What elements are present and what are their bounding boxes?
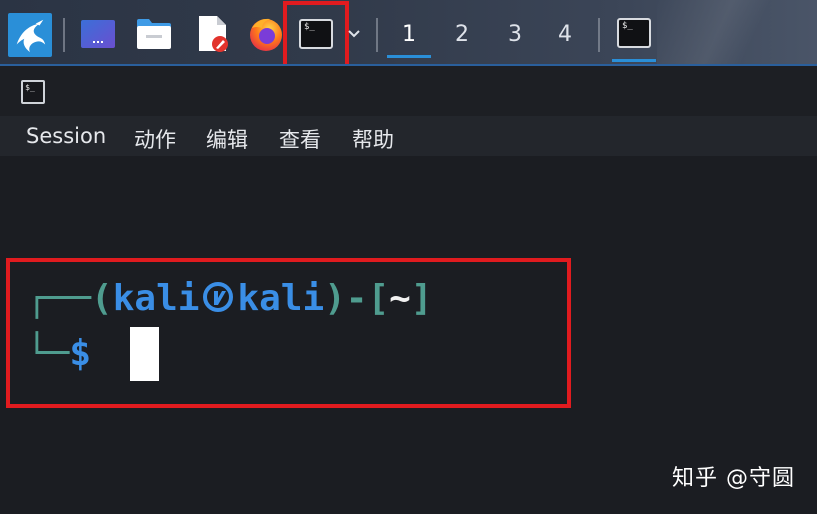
menu-view[interactable]: 查看 bbox=[279, 124, 321, 154]
menu-bar: Session 动作 编辑 查看 帮助 bbox=[0, 116, 817, 156]
workspace-2[interactable]: 2 bbox=[440, 20, 484, 58]
taskbar-separator bbox=[376, 18, 378, 52]
workspace-3[interactable]: 3 bbox=[493, 20, 537, 58]
workspace-4[interactable]: 4 bbox=[543, 20, 587, 58]
taskbar-separator bbox=[598, 18, 600, 52]
taskbar-background-streak bbox=[657, 0, 817, 64]
kali-dragon-icon bbox=[16, 19, 46, 53]
workspace-1[interactable]: 1 bbox=[387, 20, 431, 58]
launcher-dropdown-button[interactable] bbox=[344, 14, 364, 54]
taskbar: $_ 1 2 3 4 $_ bbox=[0, 0, 817, 73]
menu-actions[interactable]: 动作 bbox=[134, 124, 176, 154]
task-terminal-icon-text: $_ bbox=[622, 21, 633, 31]
terminal-launcher-highlight bbox=[283, 1, 349, 73]
window-icon[interactable]: $_ bbox=[21, 80, 45, 104]
file-manager-icon bbox=[137, 19, 171, 49]
taskbar-separator bbox=[63, 18, 65, 52]
show-desktop-button[interactable] bbox=[78, 14, 118, 54]
text-editor-button[interactable] bbox=[193, 14, 233, 54]
window-top-border bbox=[0, 64, 817, 66]
menu-edit[interactable]: 编辑 bbox=[206, 124, 248, 154]
application-menu-button[interactable] bbox=[8, 13, 52, 57]
terminal-icon: $_ bbox=[617, 18, 651, 48]
menu-help[interactable]: 帮助 bbox=[352, 124, 394, 154]
firefox-button[interactable] bbox=[246, 14, 286, 54]
file-manager-button[interactable] bbox=[134, 14, 174, 54]
prompt-highlight bbox=[6, 258, 571, 408]
watermark: 知乎 @守圆 bbox=[672, 466, 795, 491]
firefox-icon bbox=[250, 18, 282, 51]
task-terminal-window[interactable]: $_ bbox=[612, 14, 656, 62]
window-icon-text: $_ bbox=[25, 83, 35, 92]
text-editor-icon bbox=[199, 16, 228, 52]
chevron-down-icon bbox=[348, 30, 360, 38]
desktop-icon bbox=[81, 20, 115, 48]
menu-session[interactable]: Session bbox=[26, 124, 106, 148]
